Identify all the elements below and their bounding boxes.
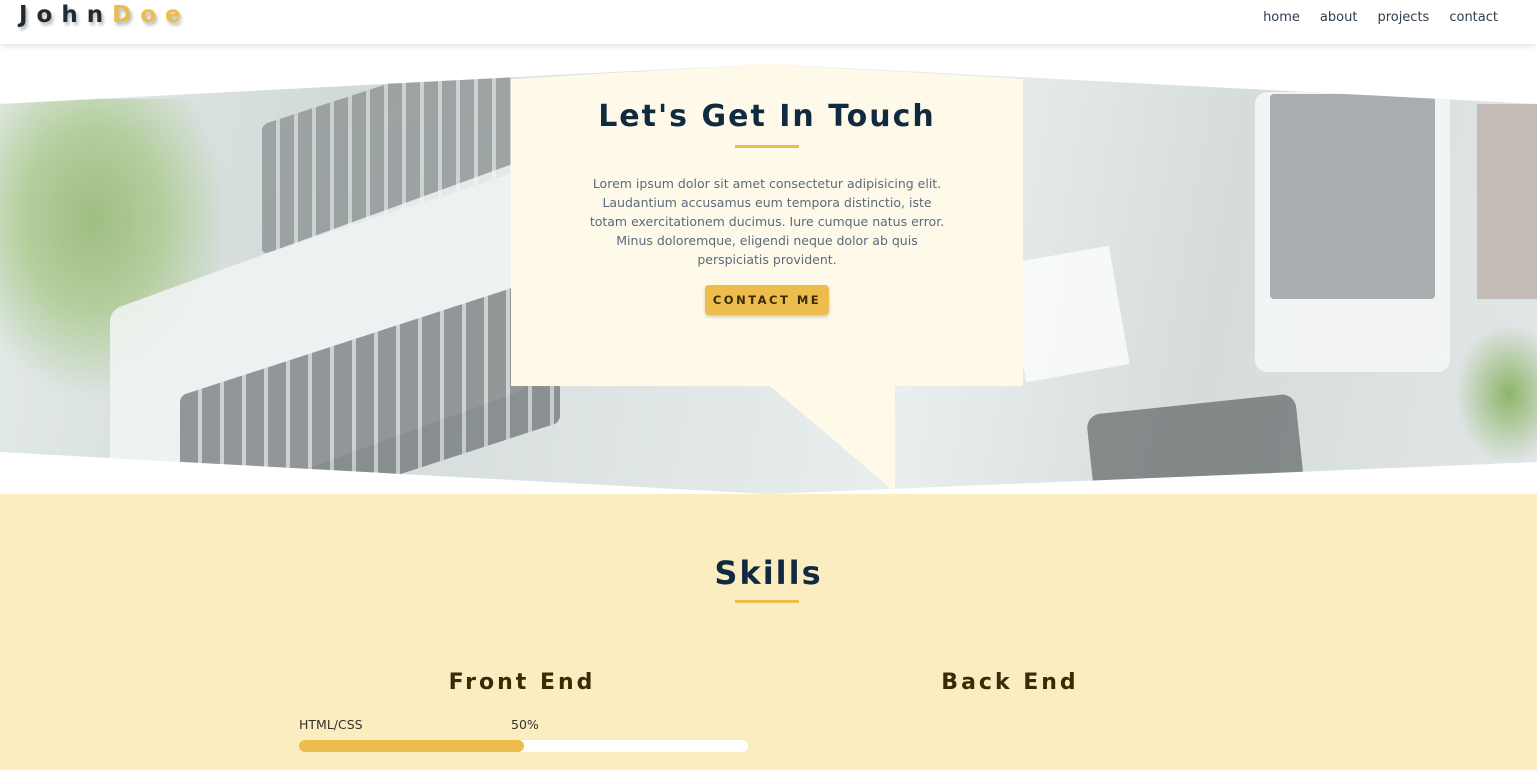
skill-progress-fill-html-css [299, 740, 524, 752]
hero-paragraph: Lorem ipsum dolor sit amet consectetur a… [589, 176, 945, 267]
front-end-title: Front End [448, 670, 596, 695]
hero-title-underline [735, 145, 799, 148]
nav-links: home about projects contact [1263, 10, 1498, 25]
hero-title: Let's Get In Touch [598, 99, 936, 134]
nav-link-home[interactable]: home [1263, 10, 1300, 25]
logo-last-name: Doe [112, 2, 190, 28]
tablet-screen-image [1270, 94, 1435, 299]
phone-image [1085, 393, 1305, 494]
skills-title-underline [735, 600, 799, 603]
chart-paper-image [1005, 245, 1130, 383]
skills-title: Skills [714, 554, 823, 592]
nav-link-projects[interactable]: projects [1377, 10, 1429, 25]
skill-percent-html-css: 50% [511, 717, 539, 732]
notebook-image [1477, 104, 1537, 299]
contact-me-button[interactable]: CONTACT ME [705, 285, 829, 315]
plant-right-image [1455, 324, 1537, 464]
nav-link-contact[interactable]: contact [1449, 10, 1498, 25]
logo-first-name: John [19, 2, 113, 28]
back-end-title: Back End [941, 670, 1079, 695]
navbar: JohnDoe home about projects contact [0, 0, 1537, 44]
skill-progress-track-html-css [299, 740, 748, 752]
nav-link-about[interactable]: about [1320, 10, 1358, 25]
logo[interactable]: JohnDoe [19, 2, 190, 28]
skills-section: Skills Front End Back End HTML/CSS 50% [0, 494, 1537, 770]
skill-label-html-css: HTML/CSS [299, 717, 363, 732]
hero-section: Let's Get In Touch Lorem ipsum dolor sit… [0, 44, 1537, 494]
